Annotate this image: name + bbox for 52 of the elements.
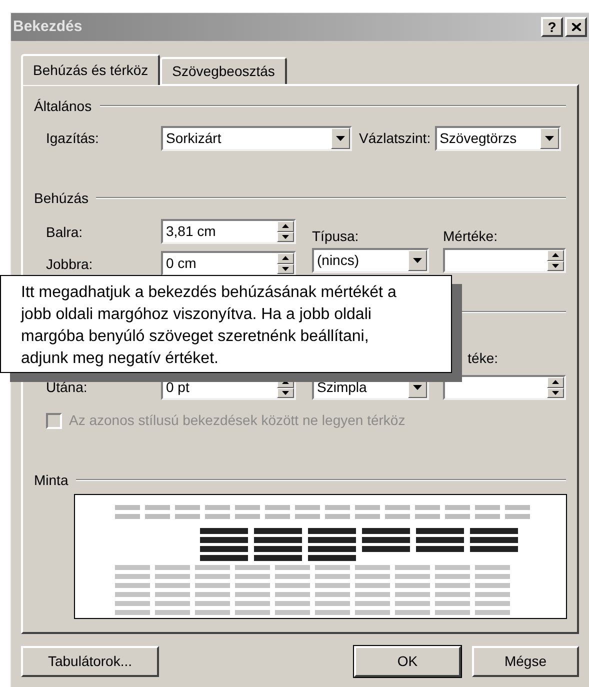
spin-up-button[interactable] [547,250,564,260]
spin-down-button[interactable] [277,232,294,242]
spin-field[interactable] [443,375,566,400]
help-button[interactable]: ? [541,17,563,37]
up-arrow-icon [282,224,289,228]
field-label: téke: [468,349,498,368]
field-label: Utána: [45,378,88,397]
dropdown-arrow-icon [336,136,345,141]
close-button[interactable] [565,17,587,37]
close-icon [572,23,580,31]
dropdown-arrow-icon [413,258,422,263]
spin-field[interactable] [443,248,566,273]
field-label: Igazítás: [45,129,100,148]
dropdown-arrow-icon [544,136,554,141]
down-arrow-icon [552,390,559,395]
section-heading: Behúzás [34,188,88,208]
tab[interactable]: Behúzás és térköz [21,54,160,85]
spin-down-button[interactable] [547,388,564,398]
dropdown[interactable]: Szövegtörzs [434,126,561,151]
field-label: Vázlatszint: [359,129,431,148]
down-arrow-icon [282,266,289,271]
spin-field[interactable]: 3,81 cm [161,219,296,244]
field-label: Mértéke: [443,227,498,246]
tooltip-text: Itt megadhatjuk a bekezdés behúzásának mértékét a jobb oldali margóhoz viszonyítva. Ha a jobb oldali margóba benyúló szöveget szeretnénk beállítani, adjunk meg negatív értéket. [21,283,398,369]
spin-field[interactable]: 0 cm [161,251,296,276]
spin-down-button[interactable] [277,264,294,274]
down-arrow-icon [282,234,289,239]
field-label: Típusa: [312,227,360,246]
dropdown-arrow-icon [413,385,422,390]
spin-up-button[interactable] [277,253,294,264]
field-label: Jobbra: [46,254,93,274]
down-arrow-icon [552,264,559,268]
dialog-button[interactable]: Mégse [472,646,579,677]
field-label: Balra: [46,222,83,242]
dropdown[interactable]: (nincs) [312,248,429,273]
section-heading: Minta [34,470,68,490]
up-arrow-icon [552,253,559,258]
window-title: Bekezdés [13,16,84,37]
up-arrow-icon [552,380,559,384]
spin-down-button[interactable] [277,388,294,398]
up-arrow-icon [282,380,289,384]
tab[interactable]: Szövegbeosztás [160,57,287,84]
up-arrow-icon [282,256,289,260]
spin-up-button[interactable] [547,377,564,388]
section-heading: Általános [34,96,92,116]
dialog-button[interactable]: OK [354,646,461,677]
down-arrow-icon [282,390,289,395]
dropdown[interactable]: Sorkizárt [161,126,352,151]
dialog-button[interactable]: Tabulátorok... [21,646,159,677]
spin-up-button[interactable] [277,221,294,232]
spin-down-button[interactable] [547,260,564,271]
checkbox-label: Az azonos stílusú bekezdések között ne legyen térköz [69,411,406,430]
